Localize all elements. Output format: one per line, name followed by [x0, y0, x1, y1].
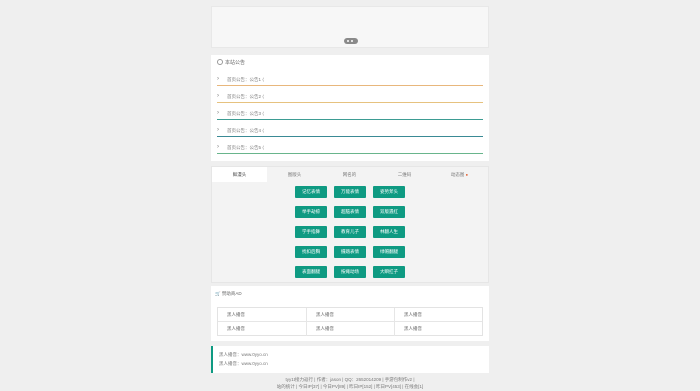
tool-button[interactable]: 万能表情	[334, 186, 366, 198]
info-icon	[217, 59, 223, 65]
notice-divider	[217, 119, 483, 120]
tool-button[interactable]: 找扣后胸	[295, 246, 327, 258]
banner-slider[interactable]	[211, 6, 489, 48]
tool-button[interactable]: 绿帽翻腿	[373, 246, 405, 258]
notice-item-text[interactable]: 首页公告：公告3 ⟨	[227, 111, 264, 117]
notice-title: 本站公告	[225, 60, 246, 66]
tool-button[interactable]: 姿势斧头	[373, 186, 405, 198]
chevron-right-icon: ›	[217, 127, 219, 133]
notice-item[interactable]: › 首页公告：公告1 ⟨	[217, 70, 483, 86]
notice-item-text[interactable]: 首页公告：公告5 ⟨	[227, 145, 264, 151]
tool-button[interactable]: 摄踏表情	[334, 246, 366, 258]
hot-dot-icon: ●	[465, 172, 469, 177]
tool-button[interactable]: 举手劫掠	[295, 206, 327, 218]
notice-item-text[interactable]: 首页公告：公告4 ⟨	[227, 128, 264, 134]
notice-header: 本站公告	[217, 59, 245, 66]
tool-button[interactable]: 学手指舞	[295, 226, 327, 238]
tool-panel: 鲜漫头 图版头 网名的 二维码 动态图 ● 记忆表情 万能表情 姿势斧头 举手劫…	[211, 166, 489, 283]
tool-button[interactable]: 教育儿子	[334, 226, 366, 238]
slider-dot[interactable]	[351, 40, 353, 42]
cart-icon: 🛒	[215, 291, 221, 296]
notice-item-text[interactable]: 首页公告：公告2 ⟨	[227, 94, 264, 100]
tool-button[interactable]: 大瞬扛子	[373, 266, 405, 278]
sponsor-link[interactable]: 黑人播音	[395, 308, 482, 322]
chevron-right-icon: ›	[217, 93, 219, 99]
notice-panel: 本站公告 › 首页公告：公告1 ⟨ › 首页公告：公告2 ⟨ › 首页公告：公告…	[211, 55, 489, 161]
chevron-right-icon: ›	[217, 110, 219, 116]
notice-divider	[217, 136, 483, 137]
chevron-right-icon: ›	[217, 76, 219, 82]
tab-bar: 鲜漫头 图版头 网名的 二维码 动态图 ●	[212, 167, 488, 182]
sponsor-link[interactable]: 黑人播音	[307, 322, 395, 336]
slider-dot[interactable]	[347, 40, 349, 42]
tab-qrcode[interactable]: 二维码	[377, 167, 432, 182]
notice-divider	[217, 102, 483, 103]
friend-links: 黑人播音：www.0yyo.cn 黑人播音：www.0yyo.cn	[211, 346, 489, 373]
tab-animation[interactable]: 动态图 ●	[432, 167, 487, 182]
friend-link[interactable]: 黑人播音：www.0yyo.cn	[219, 352, 268, 358]
notice-item-text[interactable]: 首页公告：公告1 ⟨	[227, 77, 264, 83]
tool-button[interactable]: 林翻人生	[373, 226, 405, 238]
sponsor-panel: 🛒 赞助商AD 黑人播音 黑人播音 黑人播音 黑人播音 黑人播音 黑人播音	[211, 286, 489, 341]
notice-item[interactable]: › 首页公告：公告2 ⟨	[217, 87, 483, 103]
tab-picture[interactable]: 图版头	[267, 167, 322, 182]
tool-button[interactable]: 记忆表情	[295, 186, 327, 198]
sponsor-link[interactable]: 黑人播音	[218, 308, 307, 322]
notice-item[interactable]: › 首页公告：公告5 ⟨	[217, 138, 483, 154]
footer-credits: tyy1t接力返行 | 作者：jason | QQ：2652014209 | 手…	[285, 377, 415, 382]
tab-animation-label: 动态图	[450, 172, 465, 177]
sponsor-title: 赞助商AD	[221, 291, 242, 296]
sponsor-link[interactable]: 黑人播音	[395, 322, 482, 336]
notice-divider	[217, 153, 483, 154]
tool-button[interactable]: 双版遇红	[373, 206, 405, 218]
slider-pagination[interactable]	[344, 38, 358, 44]
notice-item[interactable]: › 首页公告：公告4 ⟨	[217, 121, 483, 137]
sponsor-header: 🛒 赞助商AD	[215, 291, 242, 297]
accent-bar	[211, 346, 213, 373]
tab-avatar[interactable]: 鲜漫头	[212, 167, 267, 182]
notice-item[interactable]: › 首页公告：公告3 ⟨	[217, 104, 483, 120]
footer-stats: 站的统计 | 今日IP[37] | 今日PV[89] | 昨日IP[152] |…	[276, 384, 424, 389]
friend-link[interactable]: 黑人播音：www.0yyo.cn	[219, 361, 268, 367]
sponsor-grid: 黑人播音 黑人播音 黑人播音 黑人播音 黑人播音 黑人播音	[217, 307, 483, 336]
sponsor-link[interactable]: 黑人播音	[307, 308, 395, 322]
notice-divider	[217, 85, 483, 86]
tab-nickname[interactable]: 网名的	[322, 167, 377, 182]
chevron-right-icon: ›	[217, 144, 219, 150]
tool-button[interactable]: 按瘫动场	[334, 266, 366, 278]
tool-button[interactable]: 表面翻腿	[295, 266, 327, 278]
sponsor-link[interactable]: 黑人播音	[218, 322, 307, 336]
tool-button[interactable]: 超脑表情	[334, 206, 366, 218]
